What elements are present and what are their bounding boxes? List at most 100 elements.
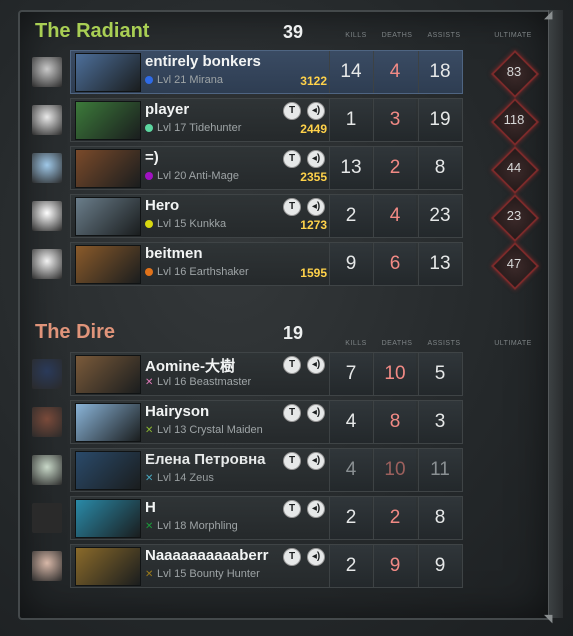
- deaths-value: 4: [373, 195, 416, 237]
- hero-portrait[interactable]: [75, 403, 141, 442]
- voice-mute-icon[interactable]: ◂): [307, 500, 325, 518]
- assists-value: 13: [418, 243, 461, 285]
- player-level-text: Lvl 21 Mirana: [157, 74, 224, 86]
- text-chat-toggle-icon[interactable]: T: [283, 500, 301, 518]
- text-chat-toggle-icon[interactable]: T: [283, 356, 301, 374]
- hero-portrait[interactable]: [75, 499, 141, 538]
- deaths-value: 4: [373, 51, 416, 93]
- ultimate-cooldown-value: 83: [506, 64, 522, 79]
- player-row[interactable]: Hairyson ✕ Lvl 13 Crystal Maiden T ◂) 4 8…: [32, 400, 463, 444]
- text-chat-toggle-icon[interactable]: T: [283, 452, 301, 470]
- deaths-value: 6: [373, 243, 416, 285]
- hero-portrait[interactable]: [75, 245, 141, 284]
- assists-value: 18: [418, 51, 461, 93]
- voice-mute-icon[interactable]: ◂): [307, 404, 325, 422]
- player-row[interactable]: entirely bonkers Lvl 21 Mirana 3122 14 4…: [32, 50, 463, 94]
- assists-value: 9: [418, 545, 461, 587]
- assists-value: 3: [418, 401, 461, 443]
- player-name: player: [145, 101, 190, 118]
- player-name: Елена Петровна: [145, 451, 266, 468]
- deaths-value: 8: [373, 401, 416, 443]
- hero-portrait[interactable]: [75, 547, 141, 586]
- player-color-dot: [145, 172, 153, 180]
- player-level-hero: Lvl 20 Anti-Mage: [145, 170, 239, 182]
- text-chat-toggle-icon[interactable]: T: [283, 198, 301, 216]
- player-name: entirely bonkers: [145, 53, 261, 70]
- deaths-value: 10: [373, 449, 416, 491]
- player-gold: 2449: [300, 122, 327, 136]
- voice-mute-icon[interactable]: ◂): [307, 198, 325, 216]
- player-level-text: Lvl 17 Tidehunter: [157, 122, 242, 134]
- hero-portrait[interactable]: [75, 355, 141, 394]
- player-level-hero: ✕ Lvl 13 Crystal Maiden: [145, 424, 263, 436]
- player-color-dot: [145, 220, 153, 228]
- player-gold: 3122: [300, 74, 327, 88]
- player-level-hero: ✕ Lvl 18 Morphling: [145, 520, 238, 532]
- player-color-x-icon: ✕: [145, 425, 154, 436]
- player-gold: 1273: [300, 218, 327, 232]
- ultimate-cooldown-value: 47: [506, 256, 522, 271]
- player-level-text: Lvl 15 Kunkka: [157, 218, 227, 230]
- player-name: beitmen: [145, 245, 203, 262]
- player-avatar[interactable]: [32, 153, 62, 183]
- player-avatar[interactable]: [32, 105, 62, 135]
- kills-value: 13: [329, 147, 372, 189]
- hero-portrait[interactable]: [75, 451, 141, 490]
- player-color-x-icon: ✕: [145, 569, 154, 580]
- player-row[interactable]: Aomine-大樹 ✕ Lvl 16 Beastmaster T ◂) 7 10 …: [32, 352, 463, 396]
- kills-value: 7: [329, 353, 372, 395]
- voice-mute-icon[interactable]: ◂): [307, 548, 325, 566]
- deaths-value: 3: [373, 99, 416, 141]
- player-level-hero: Lvl 15 Kunkka: [145, 218, 226, 230]
- corner-ornament-top: ◢: [544, 9, 553, 21]
- voice-mute-icon[interactable]: ◂): [307, 452, 325, 470]
- dire-assists-column-header: ASSISTS: [427, 340, 461, 347]
- text-chat-toggle-icon[interactable]: T: [283, 404, 301, 422]
- player-avatar[interactable]: [32, 359, 62, 389]
- voice-mute-icon[interactable]: ◂): [307, 102, 325, 120]
- player-avatar[interactable]: [32, 551, 62, 581]
- player-avatar[interactable]: [32, 455, 62, 485]
- radiant-score: 39: [283, 22, 304, 42]
- player-row[interactable]: Naaaaaaaaaaberr ✕ Lvl 15 Bounty Hunter T …: [32, 544, 463, 588]
- player-row[interactable]: =) Lvl 20 Anti-Mage 2355 T ◂) 13 2 8: [32, 146, 463, 190]
- player-name: Aomine-大樹: [145, 358, 236, 375]
- corner-ornament-bottom: ◥: [544, 613, 553, 625]
- player-level-hero: ✕ Lvl 16 Beastmaster: [145, 376, 251, 388]
- player-avatar[interactable]: [32, 249, 62, 279]
- player-row[interactable]: H ✕ Lvl 18 Morphling T ◂) 2 2 8: [32, 496, 463, 540]
- kills-value: 4: [329, 449, 372, 491]
- text-chat-toggle-icon[interactable]: T: [283, 150, 301, 168]
- player-level-text: Lvl 16 Beastmaster: [157, 376, 252, 388]
- player-avatar[interactable]: [32, 57, 62, 87]
- deaths-value: 2: [373, 497, 416, 539]
- ultimate-cooldown-value: 23: [506, 208, 522, 223]
- player-row[interactable]: Елена Петровна ✕ Lvl 14 Zeus T ◂) 4 10 11: [32, 448, 463, 492]
- hero-portrait[interactable]: [75, 53, 141, 92]
- kills-value: 2: [329, 545, 372, 587]
- player-name: =): [145, 149, 159, 166]
- assists-column-header: ASSISTS: [427, 32, 461, 39]
- player-avatar[interactable]: [32, 503, 62, 533]
- kills-value: 4: [329, 401, 372, 443]
- player-name: Hero: [145, 197, 180, 214]
- player-row[interactable]: player Lvl 17 Tidehunter 2449 T ◂) 1 3 1…: [32, 98, 463, 142]
- player-name: Naaaaaaaaaaberr: [145, 547, 269, 564]
- player-row[interactable]: Hero Lvl 15 Kunkka 1273 T ◂) 2 4 23: [32, 194, 463, 238]
- voice-mute-icon[interactable]: ◂): [307, 356, 325, 374]
- player-avatar[interactable]: [32, 407, 62, 437]
- text-chat-toggle-icon[interactable]: T: [283, 102, 301, 120]
- player-color-x-icon: ✕: [145, 473, 154, 484]
- hero-portrait[interactable]: [75, 149, 141, 188]
- player-color-x-icon: ✕: [145, 521, 154, 532]
- player-level-hero: ✕ Lvl 15 Bounty Hunter: [145, 568, 260, 580]
- player-color-x-icon: ✕: [145, 377, 154, 388]
- hero-portrait[interactable]: [75, 101, 141, 140]
- player-row[interactable]: beitmen Lvl 16 Earthshaker 1595 9 6 13: [32, 242, 463, 286]
- assists-value: 11: [418, 449, 461, 491]
- voice-mute-icon[interactable]: ◂): [307, 150, 325, 168]
- hero-portrait[interactable]: [75, 197, 141, 236]
- text-chat-toggle-icon[interactable]: T: [283, 548, 301, 566]
- player-avatar[interactable]: [32, 201, 62, 231]
- dire-team-title: The Dire: [35, 321, 116, 343]
